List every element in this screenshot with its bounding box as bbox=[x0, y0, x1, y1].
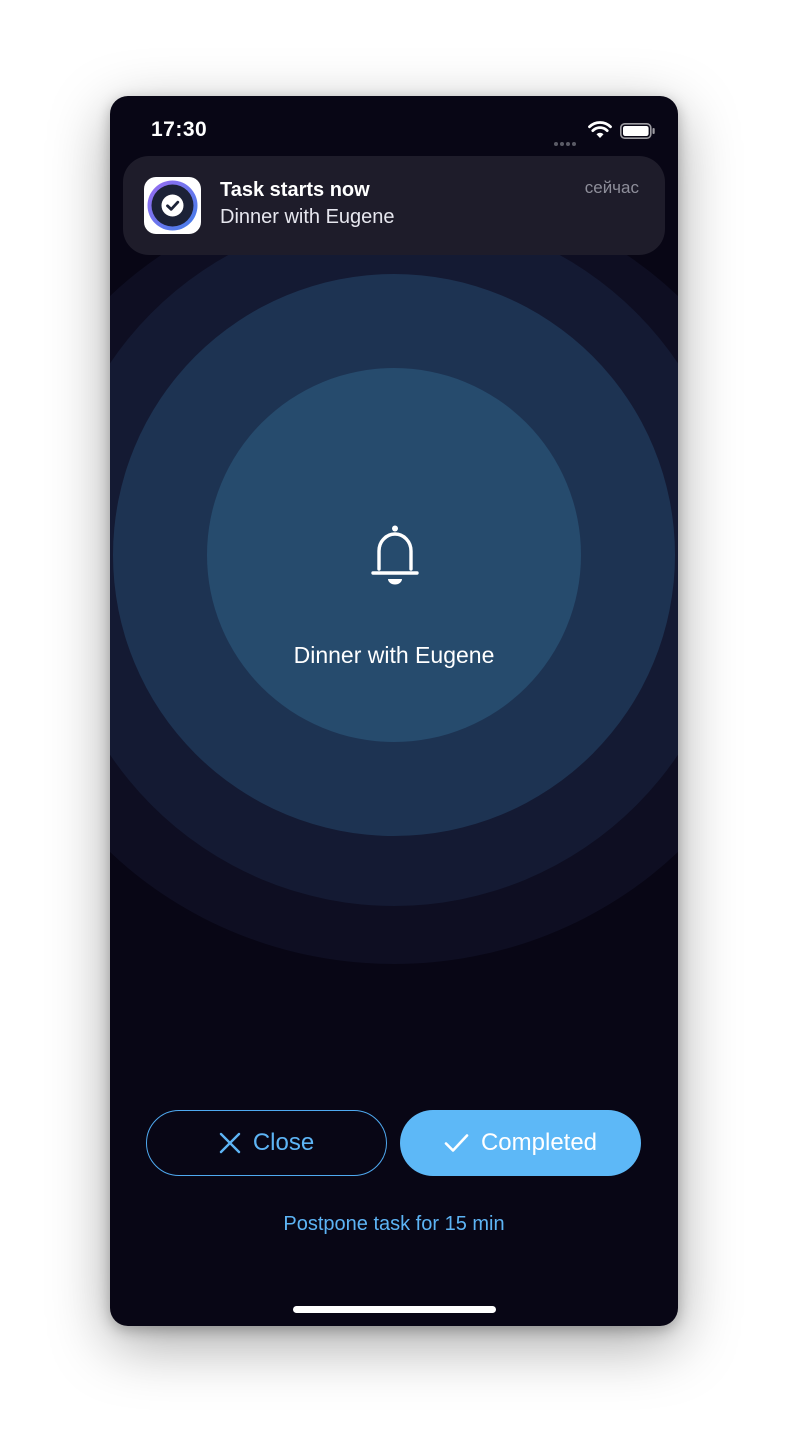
phone-screen: 17:30 Task starts now Dinner with Eugene… bbox=[110, 96, 678, 1326]
status-time: 17:30 bbox=[151, 118, 208, 141]
task-title: Dinner with Eugene bbox=[293, 642, 495, 668]
close-button[interactable]: Close bbox=[146, 1110, 387, 1176]
completed-button[interactable]: Completed bbox=[400, 1110, 641, 1176]
wifi-icon bbox=[588, 121, 612, 138]
notification-title: Task starts now bbox=[220, 179, 370, 201]
completed-button-label: Completed bbox=[480, 1129, 598, 1156]
postpone-link[interactable]: Postpone task for 15 min bbox=[110, 1213, 678, 1236]
bell-icon bbox=[371, 525, 419, 585]
signal-dots-icon bbox=[554, 133, 580, 146]
notification-body: Dinner with Eugene bbox=[220, 206, 395, 228]
checkmark-icon bbox=[444, 1134, 469, 1152]
status-bar: 17:30 bbox=[110, 96, 678, 156]
close-button-label: Close bbox=[252, 1129, 315, 1156]
notification-banner[interactable]: Task starts now Dinner with Eugene сейча… bbox=[123, 156, 665, 255]
battery-icon bbox=[620, 123, 655, 139]
notification-time: сейчас bbox=[584, 178, 639, 197]
checkmark-app-icon bbox=[144, 177, 201, 234]
close-icon bbox=[219, 1132, 241, 1154]
home-indicator[interactable] bbox=[293, 1306, 496, 1313]
